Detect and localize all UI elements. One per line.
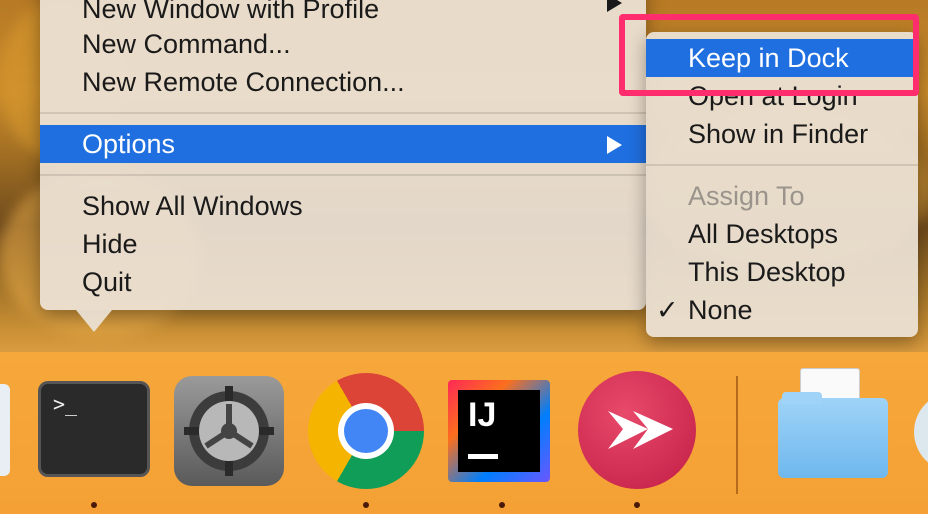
menu-separator <box>40 112 646 114</box>
submenu-item-show-in-finder[interactable]: Show in Finder <box>646 115 918 153</box>
menu-item-show-all-windows[interactable]: Show All Windows <box>40 187 646 225</box>
intellij-underline <box>468 454 498 459</box>
folder-icon <box>778 398 888 478</box>
menu-item-options[interactable]: Options <box>40 125 646 163</box>
skitch-icon[interactable] <box>578 371 696 489</box>
intellij-square: IJ <box>458 390 540 472</box>
menu-separator <box>40 174 646 176</box>
folder-tab <box>782 392 822 404</box>
terminal-icon[interactable]: >_ <box>38 381 150 477</box>
menu-item-quit[interactable]: Quit <box>40 263 646 301</box>
dock-context-menu: New Window with Profile New Command... N… <box>40 0 646 310</box>
submenu-arrow-icon <box>607 136 622 154</box>
submenu-item-none[interactable]: ✓ None <box>646 291 918 329</box>
intellij-icon[interactable]: IJ <box>448 380 550 482</box>
menu-pointer <box>76 310 112 332</box>
arrow-logo-icon <box>608 411 673 449</box>
chrome-icon[interactable] <box>308 373 424 489</box>
running-indicator <box>91 502 97 508</box>
menu-item-new-remote-connection[interactable]: New Remote Connection... <box>40 63 646 101</box>
menu-separator <box>646 164 918 166</box>
menu-item-new-command[interactable]: New Command... <box>40 25 646 63</box>
terminal-prompt: >_ <box>53 392 78 416</box>
partial-app-icon[interactable] <box>0 384 10 476</box>
system-preferences-icon[interactable] <box>174 376 284 486</box>
running-indicator <box>363 502 369 508</box>
running-indicator <box>499 502 505 508</box>
dock-divider <box>736 376 738 494</box>
checkmark-icon: ✓ <box>656 295 679 325</box>
running-indicator <box>634 502 640 508</box>
submenu-item-this-desktop[interactable]: This Desktop <box>646 253 918 291</box>
menu-item-hide[interactable]: Hide <box>40 225 646 263</box>
submenu-item-all-desktops[interactable]: All Desktops <box>646 215 918 253</box>
chrome-core <box>344 409 388 453</box>
submenu-heading-assign-to: Assign To <box>688 181 805 211</box>
downloads-stack[interactable] <box>778 364 890 484</box>
submenu-arrow-icon <box>607 0 622 12</box>
gear-icon <box>184 386 274 476</box>
menu-item-new-window-with-profile[interactable]: New Window with Profile <box>40 0 646 28</box>
annotation-highlight-box <box>619 14 919 96</box>
intellij-glyph: IJ <box>468 396 497 434</box>
